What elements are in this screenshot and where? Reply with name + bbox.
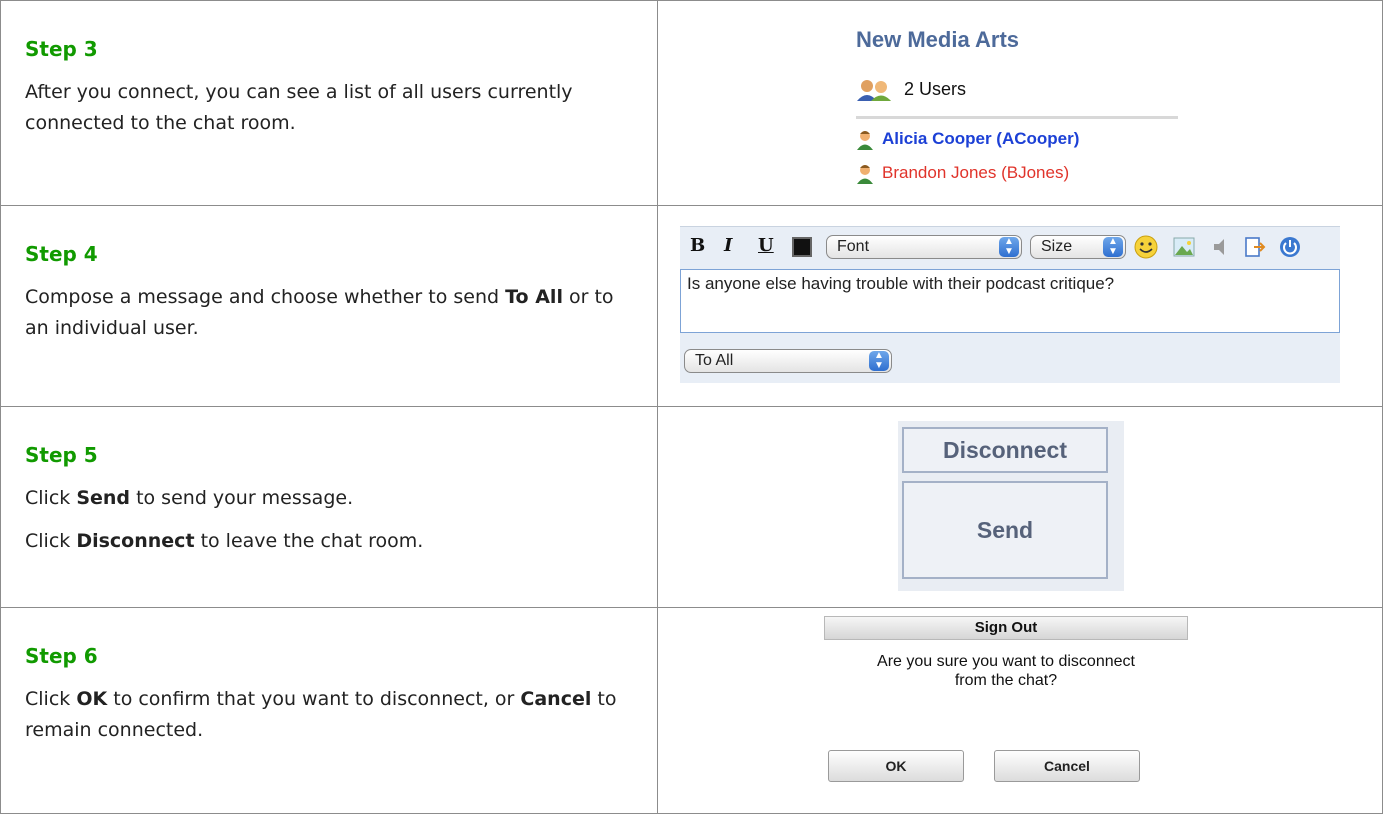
select-arrows-icon: ▲ ▼ bbox=[1103, 237, 1123, 257]
step-illustration: Disconnect Send bbox=[657, 406, 1383, 608]
font-select[interactable]: Font ▲ ▼ bbox=[826, 235, 1022, 259]
size-select-value: Size bbox=[1041, 238, 1073, 255]
text-run: Click bbox=[25, 530, 77, 552]
recipient-select-value: To All bbox=[695, 352, 734, 369]
room-title: New Media Arts bbox=[856, 27, 1020, 52]
format-toolbar: B I U Font ▲ ▼ Size ▲ ▼ bbox=[680, 227, 1340, 267]
size-select[interactable]: Size ▲ ▼ bbox=[1030, 235, 1126, 259]
step-description: Step 4 Compose a message and choose whet… bbox=[0, 205, 658, 407]
export-icon[interactable] bbox=[1242, 235, 1266, 259]
smiley-icon[interactable] bbox=[1134, 235, 1158, 259]
step-title: Step 5 bbox=[25, 443, 98, 467]
step-text: Click OK to confirm that you want to dis… bbox=[25, 684, 633, 746]
step-illustration: B I U Font ▲ ▼ Size ▲ ▼ Is anyone else h… bbox=[657, 205, 1383, 407]
ok-button[interactable]: OK bbox=[828, 750, 964, 782]
user-icon bbox=[856, 164, 874, 184]
step-illustration: Sign Out Are you sure you want to discon… bbox=[657, 607, 1383, 814]
emphasized-term: Disconnect bbox=[76, 530, 195, 552]
speaker-icon[interactable] bbox=[1208, 235, 1232, 259]
select-arrows-icon: ▲ ▼ bbox=[999, 237, 1019, 257]
power-icon[interactable] bbox=[1278, 235, 1302, 259]
text-run: Click bbox=[25, 688, 77, 710]
font-select-value: Font bbox=[837, 238, 870, 255]
step-title: Step 6 bbox=[25, 644, 98, 668]
step-row: Step 5 Click Send to send your message. … bbox=[0, 406, 1383, 608]
step-text: Compose a message and choose whether to … bbox=[25, 282, 633, 344]
send-button[interactable]: Send bbox=[902, 481, 1108, 579]
users-count-label: 2 Users bbox=[904, 79, 967, 99]
image-icon[interactable] bbox=[1172, 235, 1196, 259]
text-color-button[interactable] bbox=[792, 237, 812, 257]
cancel-button[interactable]: Cancel bbox=[994, 750, 1140, 782]
emphasized-term: To All bbox=[505, 286, 563, 308]
disconnect-button[interactable]: Disconnect bbox=[902, 427, 1108, 473]
step-illustration: New Media Arts 2 Users Alicia Cooper (AC… bbox=[657, 0, 1383, 206]
text-run: After you connect, you can see a list of… bbox=[25, 81, 573, 134]
dialog-message-line: from the chat? bbox=[954, 672, 1058, 689]
user-list-item[interactable]: Brandon Jones (BJones) bbox=[856, 163, 1069, 184]
divider bbox=[856, 116, 1178, 119]
users-count: 2 Users bbox=[856, 79, 967, 102]
step-description: Step 3 After you connect, you can see a … bbox=[0, 0, 658, 206]
user-list-panel: New Media Arts 2 Users Alicia Cooper (AC… bbox=[658, 1, 1382, 205]
bold-button[interactable]: B bbox=[690, 235, 705, 256]
step-text: Click Disconnect to leave the chat room. bbox=[25, 526, 633, 557]
text-run: Compose a message and choose whether to … bbox=[25, 286, 506, 308]
text-run: Click bbox=[25, 487, 77, 509]
italic-button[interactable]: I bbox=[724, 235, 732, 256]
step-row: Step 3 After you connect, you can see a … bbox=[0, 0, 1383, 206]
sign-out-dialog: Sign Out Are you sure you want to discon… bbox=[658, 608, 1382, 813]
emphasized-term: OK bbox=[76, 688, 108, 710]
step-text: After you connect, you can see a list of… bbox=[25, 77, 633, 139]
step-description: Step 5 Click Send to send your message. … bbox=[0, 406, 658, 608]
underline-button[interactable]: U bbox=[758, 235, 774, 256]
step-title: Step 3 bbox=[25, 37, 98, 61]
user-icon bbox=[856, 130, 874, 150]
message-input[interactable]: Is anyone else having trouble with their… bbox=[680, 269, 1340, 333]
step-text: Click Send to send your message. bbox=[25, 483, 633, 514]
user-list-item[interactable]: Alicia Cooper (ACooper) bbox=[856, 129, 1079, 150]
emphasized-term: Cancel bbox=[520, 688, 592, 710]
text-run: to leave the chat room. bbox=[194, 530, 424, 552]
dialog-message-line: Are you sure you want to disconnect bbox=[877, 653, 1135, 670]
user-name: Alicia Cooper (ACooper) bbox=[882, 129, 1080, 148]
composer-panel: B I U Font ▲ ▼ Size ▲ ▼ Is anyone else h… bbox=[680, 226, 1340, 383]
message-composer: B I U Font ▲ ▼ Size ▲ ▼ Is anyone else h… bbox=[658, 206, 1382, 406]
dialog-title: Sign Out bbox=[824, 616, 1188, 640]
step-row: Step 4 Compose a message and choose whet… bbox=[0, 205, 1383, 407]
recipient-select[interactable]: To All ▲ ▼ bbox=[684, 349, 892, 373]
steps-table: Step 3 After you connect, you can see a … bbox=[0, 0, 1383, 814]
dialog-message: Are you sure you want to disconnect from… bbox=[824, 652, 1188, 690]
step-row: Step 6 Click OK to confirm that you want… bbox=[0, 607, 1383, 814]
step-title: Step 4 bbox=[25, 242, 98, 266]
step-description: Step 6 Click OK to confirm that you want… bbox=[0, 607, 658, 814]
text-run: to send your message. bbox=[130, 487, 354, 509]
emphasized-term: Send bbox=[76, 487, 131, 509]
users-group-icon bbox=[856, 79, 894, 102]
chat-buttons: Disconnect Send bbox=[658, 407, 1382, 607]
user-name: Brandon Jones (BJones) bbox=[882, 163, 1070, 182]
select-arrows-icon: ▲ ▼ bbox=[869, 351, 889, 371]
text-run: to confirm that you want to disconnect, … bbox=[107, 688, 521, 710]
